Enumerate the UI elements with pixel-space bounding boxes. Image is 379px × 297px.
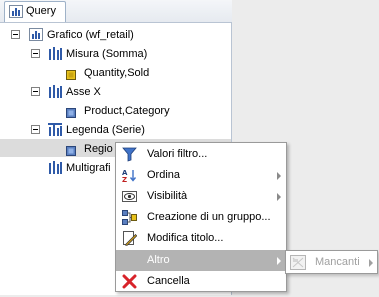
chart-icon: [9, 5, 23, 21]
tree-node-xaxis[interactable]: Asse X: [0, 83, 231, 101]
visibility-icon: [122, 189, 137, 204]
tree-label: Asse X: [66, 86, 101, 98]
submenu-arrow-icon: [277, 193, 281, 201]
tree-node-measure-field[interactable]: Quantity,Sold: [0, 64, 231, 82]
svg-text:Z: Z: [122, 176, 127, 183]
menu-item-label: Visibilità: [147, 190, 188, 202]
menu-item-sort[interactable]: A Z Ordina: [116, 165, 286, 186]
menu-item-create-group[interactable]: Creazione di un gruppo...: [116, 207, 286, 228]
menu-item-label: Cancella: [147, 275, 190, 287]
tree-node-root[interactable]: Grafico (wf_retail): [0, 26, 231, 44]
tree-label: Legenda (Serie): [66, 124, 145, 136]
collapse-icon[interactable]: [31, 49, 40, 58]
delete-x-icon: [122, 274, 137, 289]
menu-item-delete[interactable]: Cancella: [116, 271, 286, 292]
menu-item-label: Altro: [147, 254, 170, 266]
submenu-item-missing[interactable]: Mancanti: [315, 256, 360, 268]
submenu-other: Mancanti: [285, 250, 378, 274]
filter-icon: [122, 147, 137, 162]
group-icon: [122, 210, 137, 225]
menu-item-label: Ordina: [147, 169, 181, 181]
menu-item-other[interactable]: Altro: [116, 250, 286, 271]
submenu-arrow-icon: [277, 257, 281, 265]
tree-label: Misura (Somma): [66, 48, 148, 60]
tree-label: Regio: [84, 143, 113, 155]
bar-chart-icon: [48, 161, 62, 180]
menu-item-filter-values[interactable]: Valori filtro...: [116, 144, 286, 165]
missing-icon: [290, 255, 306, 273]
tree-label: Multigrafi: [66, 162, 111, 174]
collapse-icon[interactable]: [11, 30, 20, 39]
menu-item-visibility[interactable]: Visibilità: [116, 186, 286, 207]
tree-node-xaxis-field[interactable]: Product,Category: [0, 102, 231, 120]
tree-label: Quantity,Sold: [84, 67, 150, 79]
tab-bar: Query: [0, 0, 232, 23]
menu-item-label: Creazione di un gruppo...: [147, 211, 271, 223]
menu-item-label: Modifica titolo...: [147, 232, 224, 244]
submenu-arrow-icon: [369, 259, 373, 267]
edit-title-icon: [122, 231, 138, 246]
tree-node-legend[interactable]: Legenda (Serie): [0, 121, 231, 139]
tab-label: Query: [26, 5, 56, 17]
collapse-icon[interactable]: [31, 125, 40, 134]
tree-node-measure[interactable]: Misura (Somma): [0, 45, 231, 63]
menu-item-edit-title[interactable]: Modifica titolo...: [116, 228, 286, 249]
tree-label: Grafico (wf_retail): [47, 29, 134, 41]
submenu-arrow-icon: [277, 172, 281, 180]
context-menu: Valori filtro... A Z Ordina Visibilità C…: [115, 142, 287, 292]
collapse-icon[interactable]: [31, 87, 40, 96]
tab-query[interactable]: Query: [4, 1, 66, 22]
menu-item-label: Valori filtro...: [147, 148, 208, 160]
tree-label: Product,Category: [84, 105, 170, 117]
sort-az-icon: A Z: [122, 168, 137, 184]
